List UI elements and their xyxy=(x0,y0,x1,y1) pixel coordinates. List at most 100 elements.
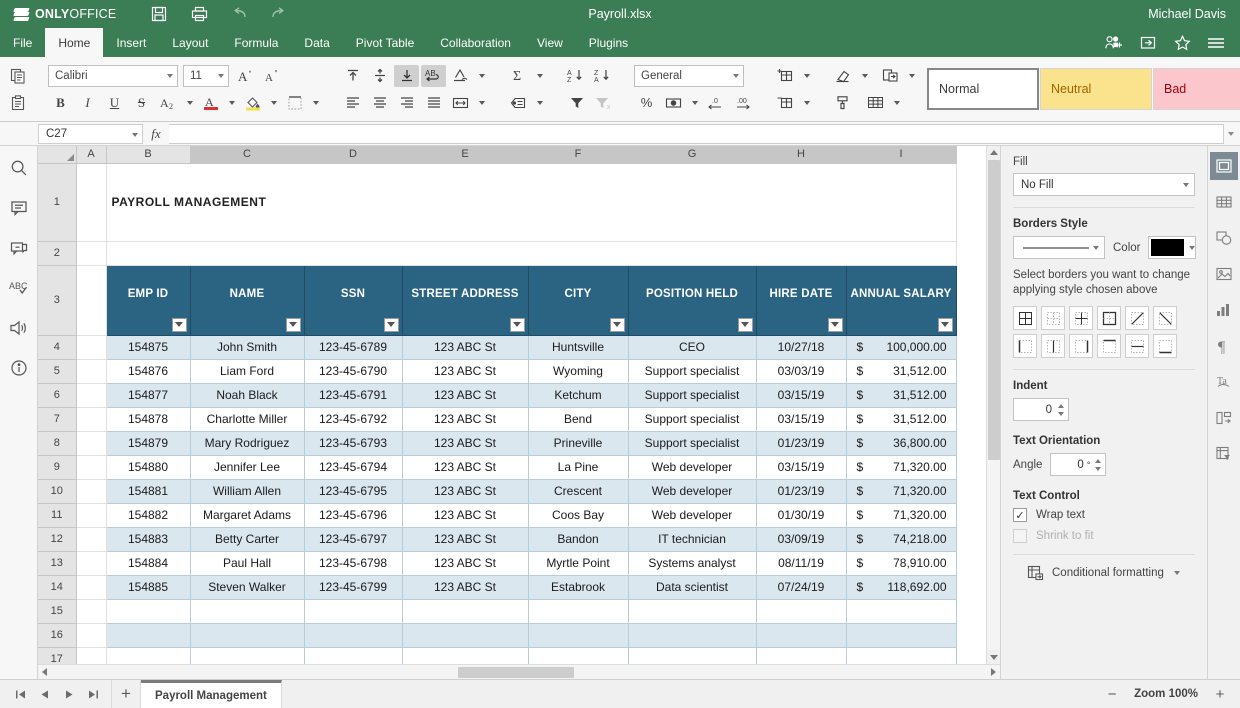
cell-b1-title[interactable]: PAYROLL MANAGEMENT xyxy=(106,163,957,242)
cell-c14[interactable]: Steven Walker xyxy=(190,575,305,600)
cell-h12[interactable]: 03/09/19 xyxy=(756,527,847,552)
cell-e9[interactable]: 123 ABC St xyxy=(402,455,529,480)
cell-b2[interactable] xyxy=(106,241,957,266)
cell-a15[interactable] xyxy=(76,599,107,624)
cell-e14[interactable]: 123 ABC St xyxy=(402,575,529,600)
add-sheet-button[interactable]: + xyxy=(111,679,141,708)
table-header-emp-id[interactable]: EMP ID xyxy=(105,264,191,336)
cell-b17[interactable] xyxy=(106,647,191,664)
cell-style-neutral[interactable]: Neutral xyxy=(1040,68,1152,110)
sort-ascending-icon[interactable]: AZ xyxy=(564,65,589,87)
cell-b6[interactable]: 154877 xyxy=(106,383,191,408)
print-icon[interactable] xyxy=(188,3,210,25)
cell-f11[interactable]: Coos Bay xyxy=(528,503,629,528)
cell-c12[interactable]: Betty Carter xyxy=(190,527,305,552)
cell-i8[interactable]: $36,800.00 xyxy=(846,431,957,456)
cell-c17[interactable] xyxy=(190,647,305,664)
horizontal-scroll-thumb[interactable] xyxy=(458,667,574,678)
cell-e4[interactable]: 123 ABC St xyxy=(402,335,529,360)
cell-h10[interactable]: 01/23/19 xyxy=(756,479,847,504)
about-icon[interactable] xyxy=(5,354,33,382)
row-header-4[interactable]: 4 xyxy=(38,335,77,360)
cell-f12[interactable]: Bandon xyxy=(528,527,629,552)
borders-top-icon[interactable] xyxy=(1097,334,1121,358)
table-header-ssn[interactable]: SSN xyxy=(303,264,403,336)
cell-b13[interactable]: 154884 xyxy=(106,551,191,576)
cell-a11[interactable] xyxy=(76,503,107,528)
cell-a8[interactable] xyxy=(76,431,107,456)
cell-f5[interactable]: Wyoming xyxy=(528,359,629,384)
column-header-b[interactable]: B xyxy=(106,146,191,164)
row-header-17[interactable]: 17 xyxy=(38,647,77,664)
borders-all-icon[interactable] xyxy=(1013,306,1037,330)
filter-icon[interactable] xyxy=(564,92,589,114)
bold-icon[interactable]: B xyxy=(48,92,73,114)
cell-a3[interactable] xyxy=(76,265,107,336)
cell-i6[interactable]: $31,512.00 xyxy=(846,383,957,408)
cell-i12[interactable]: $74,218.00 xyxy=(846,527,957,552)
tab-plugins[interactable]: Plugins xyxy=(576,28,641,57)
tab-collaboration[interactable]: Collaboration xyxy=(427,28,524,57)
cell-c5[interactable]: Liam Ford xyxy=(190,359,305,384)
cell-a16[interactable] xyxy=(76,623,107,648)
currency-style-icon[interactable] xyxy=(661,92,686,114)
hamburger-menu-icon[interactable] xyxy=(1202,30,1230,56)
cell-f8[interactable]: Prineville xyxy=(528,431,629,456)
cell-h17[interactable] xyxy=(756,647,847,664)
borders-diag-down-icon[interactable] xyxy=(1153,306,1177,330)
cell-b15[interactable] xyxy=(106,599,191,624)
cell-a17[interactable] xyxy=(76,647,107,664)
cell-f9[interactable]: La Pine xyxy=(528,455,629,480)
cell-b7[interactable]: 154878 xyxy=(106,407,191,432)
cell-i10[interactable]: $71,320.00 xyxy=(846,479,957,504)
tab-formula[interactable]: Formula xyxy=(221,28,291,57)
cell-f10[interactable]: Crescent xyxy=(528,479,629,504)
row-header-12[interactable]: 12 xyxy=(38,527,77,552)
filter-dropdown-icon[interactable] xyxy=(937,317,953,332)
subscript-icon[interactable]: A2 xyxy=(156,92,181,114)
cell-c15[interactable] xyxy=(190,599,305,624)
row-header-3[interactable]: 3 xyxy=(38,265,77,336)
cell-d17[interactable] xyxy=(304,647,403,664)
next-sheet-icon[interactable] xyxy=(58,684,79,705)
strikethrough-icon[interactable]: S xyxy=(129,92,154,114)
merge-cells-dropdown-icon[interactable] xyxy=(475,92,488,114)
row-header-5[interactable]: 5 xyxy=(38,359,77,384)
scroll-up-icon[interactable] xyxy=(987,146,1000,160)
subscript-dropdown-icon[interactable] xyxy=(183,92,196,114)
sheet-tab-payroll-management[interactable]: Payroll Management xyxy=(141,679,282,708)
align-bottom-icon[interactable] xyxy=(394,64,419,87)
cell-a12[interactable] xyxy=(76,527,107,552)
insert-cells-icon[interactable] xyxy=(773,65,798,87)
borders-inner-icon[interactable] xyxy=(1069,306,1093,330)
cell-a4[interactable] xyxy=(76,335,107,360)
row-header-14[interactable]: 14 xyxy=(38,575,77,600)
spellcheck-icon[interactable]: ABC xyxy=(5,274,33,302)
insert-cells-dropdown-icon[interactable] xyxy=(800,65,813,87)
align-right-icon[interactable] xyxy=(394,92,419,114)
cell-a7[interactable] xyxy=(76,407,107,432)
cell-b10[interactable]: 154881 xyxy=(106,479,191,504)
cell-i17[interactable] xyxy=(846,647,957,664)
angle-spin-arrows[interactable] xyxy=(1092,457,1103,473)
cell-h6[interactable]: 03/15/19 xyxy=(756,383,847,408)
comment-icon[interactable] xyxy=(5,194,33,222)
borders-icon[interactable] xyxy=(282,92,307,114)
cell-i5[interactable]: $31,512.00 xyxy=(846,359,957,384)
named-ranges-dropdown-icon[interactable] xyxy=(533,92,546,114)
cell-c7[interactable]: Charlotte Miller xyxy=(190,407,305,432)
cell-d5[interactable]: 123-45-6790 xyxy=(304,359,403,384)
increase-font-size-icon[interactable]: A xyxy=(234,65,259,87)
tab-view[interactable]: View xyxy=(524,28,576,57)
cell-a14[interactable] xyxy=(76,575,107,600)
cell-a5[interactable] xyxy=(76,359,107,384)
first-sheet-icon[interactable] xyxy=(10,684,31,705)
cell-g6[interactable]: Support specialist xyxy=(628,383,757,408)
text-art-settings-icon[interactable]: Ta xyxy=(1210,368,1238,396)
clear-dropdown-icon[interactable] xyxy=(858,65,871,87)
prev-sheet-icon[interactable] xyxy=(34,684,55,705)
scroll-left-icon[interactable] xyxy=(38,665,52,680)
format-painter-icon[interactable] xyxy=(831,92,856,114)
table-header-position-held[interactable]: POSITION HELD xyxy=(627,264,757,336)
filter-dropdown-icon[interactable] xyxy=(171,317,187,332)
